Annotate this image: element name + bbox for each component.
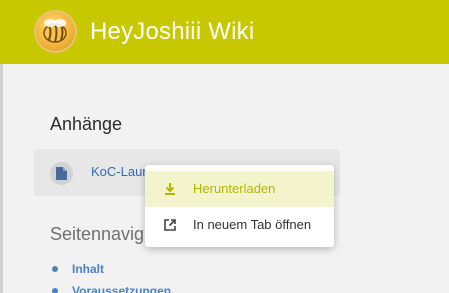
top-bar: HeyJoshiii Wiki <box>0 0 449 64</box>
open-in-new-tab-label: In neuem Tab öffnen <box>193 217 312 232</box>
site-title[interactable]: HeyJoshiii Wiki <box>90 17 254 47</box>
download-icon <box>163 182 177 196</box>
attachment-link[interactable]: KoC-Laur <box>91 164 147 179</box>
download-menu-item[interactable]: Herunterladen <box>145 171 334 207</box>
nav-item-label[interactable]: Voraussetzungen <box>72 284 171 293</box>
bullet-icon <box>52 288 58 293</box>
page: HeyJoshiii Wiki Anhänge KoC-Laur Seitenn… <box>0 0 449 293</box>
attachments-heading: Anhänge <box>50 114 123 134</box>
page-navigation-heading: Seitennavig <box>50 224 145 244</box>
attachment-context-menu: Herunterladen In neuem Tab öffnen <box>145 165 334 247</box>
download-label: Herunterladen <box>193 181 276 196</box>
open-external-icon <box>163 218 177 232</box>
bee-logo-icon[interactable] <box>34 10 77 53</box>
file-icon <box>50 162 73 185</box>
open-in-new-tab-menu-item[interactable]: In neuem Tab öffnen <box>145 207 334 243</box>
nav-item-label[interactable]: Inhalt <box>72 262 104 276</box>
bullet-icon <box>52 266 58 272</box>
